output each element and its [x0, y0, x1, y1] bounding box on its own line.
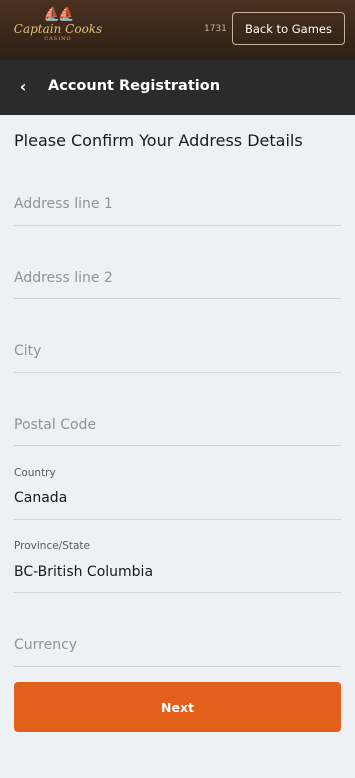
page-header: ‹ Account Registration — [0, 60, 355, 115]
logo-subtext: CASINO — [44, 36, 72, 42]
address-line-2-placeholder: Address line 2 — [14, 270, 113, 286]
postal-code-placeholder: Postal Code — [14, 417, 97, 433]
province-select[interactable]: Province/State BC-British Columbia — [14, 537, 341, 593]
back-to-games-button[interactable]: Back to Games — [232, 12, 345, 45]
country-value: Canada — [14, 490, 68, 506]
city-field[interactable]: City — [14, 333, 341, 373]
country-label: Country — [14, 467, 56, 479]
province-label: Province/State — [14, 540, 91, 552]
section-heading: Please Confirm Your Address Details — [14, 131, 303, 150]
ship-logo-icon: ⛵⛵ — [43, 7, 74, 22]
next-button[interactable]: Next — [14, 682, 341, 732]
country-select[interactable]: Country Canada — [14, 463, 341, 520]
currency-placeholder: Currency — [14, 637, 78, 653]
brand-bar: ⛵⛵ Captain Cooks CASINO 1731 Back to Gam… — [0, 0, 355, 60]
casino-logo[interactable]: ⛵⛵ Captain Cooks CASINO — [12, 8, 104, 50]
logo-text: Captain Cooks — [13, 22, 103, 36]
city-placeholder: City — [14, 343, 42, 359]
currency-select[interactable]: Currency — [14, 626, 341, 667]
address-line-2-field[interactable]: Address line 2 — [14, 260, 341, 299]
province-value: BC-British Columbia — [14, 564, 154, 580]
back-chevron-icon[interactable]: ‹ — [16, 77, 30, 97]
counter-text: 1731 — [204, 24, 227, 34]
page-title: Account Registration — [48, 78, 221, 94]
postal-code-field[interactable]: Postal Code — [14, 407, 341, 446]
address-line-1-placeholder: Address line 1 — [14, 196, 113, 212]
address-line-1-field[interactable]: Address line 1 — [14, 186, 341, 226]
